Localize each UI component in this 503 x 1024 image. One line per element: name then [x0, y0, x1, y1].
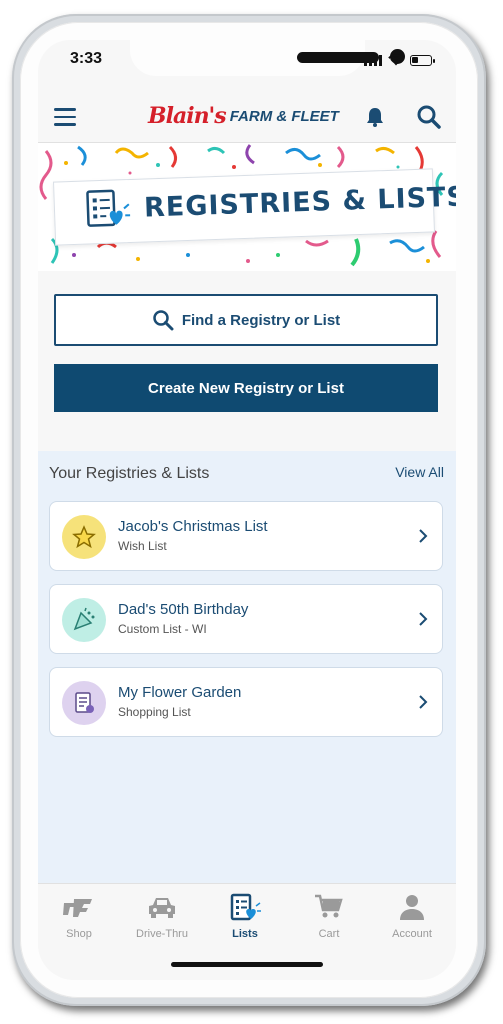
- create-registry-label: Create New Registry or List: [148, 379, 344, 397]
- tab-drive-thru[interactable]: Drive-Thru: [122, 892, 202, 940]
- wifi-icon: [388, 54, 404, 66]
- tab-label: Drive-Thru: [136, 928, 188, 940]
- list-name: Dad's 50th Birthday: [118, 601, 249, 618]
- signal-icon: [364, 54, 382, 66]
- status-time: 3:33: [70, 50, 103, 67]
- list-item[interactable]: My Flower Garden Shopping List: [49, 667, 443, 737]
- lists-icon: [205, 892, 285, 922]
- account-icon: [372, 892, 452, 922]
- search-icon[interactable]: [416, 104, 442, 130]
- notch: [130, 40, 405, 76]
- tab-shop[interactable]: Shop: [39, 892, 119, 940]
- registries-banner: REGISTRIES & LISTS: [38, 143, 456, 271]
- list-item[interactable]: Dad's 50th Birthday Custom List - WI: [49, 584, 443, 654]
- home-indicator[interactable]: [171, 962, 323, 967]
- tab-label: Lists: [232, 928, 258, 940]
- party-icon: [62, 598, 106, 642]
- cart-icon: [289, 892, 369, 922]
- list-item[interactable]: Jacob's Christmas List Wish List: [49, 501, 443, 571]
- app-screen: 3:33 Blain's FARM & FLEET REGISTRIES & L…: [38, 40, 456, 980]
- find-registry-label: Find a Registry or List: [181, 311, 341, 329]
- list-type: Shopping List: [118, 705, 191, 719]
- battery-icon: [410, 54, 435, 66]
- create-registry-button[interactable]: Create New Registry or List: [54, 364, 438, 412]
- chevron-right-icon: [419, 612, 428, 626]
- tab-label: Account: [392, 928, 432, 940]
- section-title: Your Registries & Lists: [49, 465, 210, 482]
- list-name: Jacob's Christmas List: [118, 518, 268, 535]
- chevron-right-icon: [419, 695, 428, 709]
- status-icons: [364, 54, 435, 66]
- star-icon: [62, 515, 106, 559]
- car-icon: [122, 892, 202, 922]
- bell-icon[interactable]: [364, 106, 386, 128]
- menu-icon[interactable]: [54, 108, 76, 126]
- tab-lists[interactable]: Lists: [205, 892, 285, 940]
- search-icon: [153, 310, 174, 331]
- tab-label: Cart: [318, 928, 340, 940]
- brand-name: FARM & FLEET: [229, 107, 339, 125]
- tab-cart[interactable]: Cart: [289, 892, 369, 940]
- checklist-icon: [62, 681, 106, 725]
- brand-script: Blain's: [148, 103, 227, 129]
- shop-logo-icon: [39, 892, 119, 922]
- find-registry-button[interactable]: Find a Registry or List: [54, 294, 438, 346]
- tab-label: Shop: [66, 928, 92, 940]
- brand-logo[interactable]: Blain's FARM & FLEET: [148, 98, 339, 134]
- chevron-right-icon: [419, 529, 428, 543]
- view-all-link[interactable]: View All: [395, 464, 444, 480]
- list-type: Wish List: [118, 539, 167, 553]
- tab-account[interactable]: Account: [372, 892, 452, 940]
- registry-list-icon: [86, 189, 131, 227]
- app-header: Blain's FARM & FLEET: [38, 92, 456, 143]
- list-type: Custom List - WI: [118, 622, 207, 636]
- your-lists-section: Your Registries & Lists View All Jacob's…: [38, 451, 456, 883]
- list-name: My Flower Garden: [118, 684, 242, 701]
